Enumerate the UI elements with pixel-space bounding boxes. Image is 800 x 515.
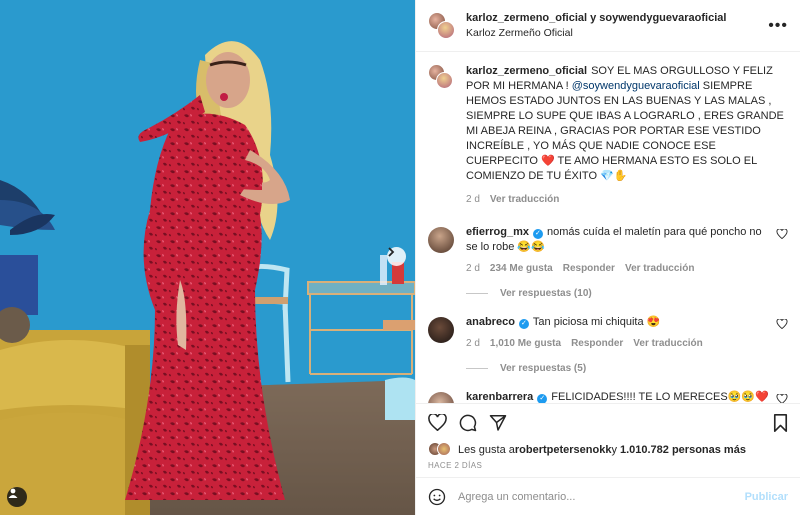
caption-text: SIEMPRE HEMOS ESTADO JUNTOS EN LAS BUENA… <box>466 80 784 182</box>
post-header: karloz_zermeno_oficial y soywendyguevara… <box>416 0 800 52</box>
avatar <box>437 442 451 456</box>
post-time-ago[interactable]: HACE 2 DÍAS <box>416 459 800 477</box>
view-replies-label: Ver respuestas (10) <box>500 288 592 299</box>
author-subtitle[interactable]: Karloz Zermeño Oficial <box>466 26 768 41</box>
comment-meta: 2 d 1,010 Me gusta Responder Ver traducc… <box>466 336 770 351</box>
avatar[interactable] <box>428 227 454 253</box>
comment-item: karenbarrera ✓ FELICIDADES!!!! TE LO MEREC… <box>428 390 788 403</box>
comment-input[interactable] <box>458 490 745 503</box>
user-tag-icon <box>8 488 18 498</box>
avatar <box>436 72 453 89</box>
author-usernames[interactable]: karloz_zermeno_oficial y soywendyguevara… <box>466 11 768 26</box>
comments-list[interactable]: karloz_zermeno_oficial SOY EL MAS ORGULLO… <box>416 52 800 403</box>
comment-button[interactable] <box>459 414 477 432</box>
view-replies-label: Ver respuestas (5) <box>500 363 587 374</box>
share-button[interactable] <box>489 414 507 431</box>
caption-username[interactable]: karloz_zermeno_oficial <box>466 65 587 77</box>
translate-button[interactable]: Ver traducción <box>490 192 559 207</box>
divider <box>466 368 488 369</box>
next-photo-button[interactable] <box>387 247 406 266</box>
caption-meta: 2 d Ver traducción <box>466 192 788 207</box>
avatar <box>437 20 455 39</box>
avatar[interactable] <box>428 317 454 343</box>
comment-body: karenbarrera ✓ FELICIDADES!!!! TE LO MEREC… <box>466 390 770 403</box>
save-button[interactable] <box>773 413 788 432</box>
translate-button[interactable]: Ver traducción <box>625 261 694 276</box>
likes-count[interactable]: 1.010.782 personas más <box>620 444 746 456</box>
post-actions-bar <box>416 403 800 441</box>
yellow-sofa <box>0 307 150 515</box>
heart-icon <box>428 414 447 431</box>
avatar[interactable] <box>428 392 454 403</box>
comment-bubble-icon <box>459 414 477 431</box>
like-button[interactable] <box>428 414 447 431</box>
comment-body: anabreco ✓ Tan piciosa mi chiquita 😍 2 d 1… <box>466 315 770 351</box>
send-paper-plane-icon <box>489 415 507 431</box>
view-replies-button[interactable]: Ver respuestas (5) <box>466 363 788 374</box>
photo-illustration <box>0 0 415 515</box>
likers-avatars[interactable] <box>428 442 454 458</box>
comment-username[interactable]: anabreco <box>466 316 515 328</box>
author-avatars[interactable] <box>428 11 456 40</box>
caption-time[interactable]: 2 d <box>466 192 480 207</box>
comment-meta: 2 d 234 Me gusta Responder Ver traducció… <box>466 261 770 276</box>
header-text: karloz_zermeno_oficial y soywendyguevara… <box>466 11 768 41</box>
add-comment-bar: Publicar <box>416 477 800 515</box>
view-replies-button[interactable]: Ver respuestas (10) <box>466 288 788 299</box>
comment-time[interactable]: 2 d <box>466 336 480 351</box>
divider <box>466 293 488 294</box>
smiley-icon <box>428 488 446 505</box>
post-photo[interactable] <box>0 0 415 515</box>
post-comment-button[interactable]: Publicar <box>745 491 788 503</box>
comment-item: efierrog_mx ✓ nomás cuída el maletín para … <box>428 225 788 276</box>
caption: karloz_zermeno_oficial SOY EL MAS ORGULLO… <box>428 64 788 207</box>
like-comment-heart-icon[interactable] <box>776 394 788 403</box>
comment-likes[interactable]: 234 Me gusta <box>490 261 553 276</box>
caption-mention[interactable]: @soywendyguevaraoficial <box>572 80 700 92</box>
comment-username[interactable]: efierrog_mx <box>466 226 529 238</box>
like-comment-heart-icon[interactable] <box>776 229 788 239</box>
comment-likes[interactable]: 1,010 Me gusta <box>490 336 561 351</box>
reply-button[interactable]: Responder <box>571 336 623 351</box>
likes-middle: y <box>611 444 617 456</box>
translate-button[interactable]: Ver traducción <box>633 336 702 351</box>
likes-summary: Les gusta a robertpetersenokk y 1.010.78… <box>416 441 800 459</box>
comment-username[interactable]: karenbarrera <box>466 391 533 403</box>
bookmark-icon <box>773 413 788 432</box>
more-options-icon[interactable]: ••• <box>768 17 788 35</box>
verified-badge-icon: ✓ <box>518 319 529 329</box>
verified-badge-icon: ✓ <box>532 229 543 239</box>
verified-badge-icon: ✓ <box>537 394 548 403</box>
comment-item: anabreco ✓ Tan piciosa mi chiquita 😍 2 d 1… <box>428 315 788 351</box>
tagged-users-button[interactable] <box>7 487 27 507</box>
comment-time[interactable]: 2 d <box>466 261 480 276</box>
chevron-right-icon <box>388 247 395 257</box>
comment-text: Tan piciosa mi chiquita 😍 <box>532 316 661 328</box>
post-side-panel: karloz_zermeno_oficial y soywendyguevara… <box>415 0 800 515</box>
like-comment-heart-icon[interactable] <box>776 319 788 329</box>
likes-prefix: Les gusta a <box>458 444 515 456</box>
caption-avatar[interactable] <box>428 64 454 90</box>
instagram-post-modal: karloz_zermeno_oficial y soywendyguevara… <box>0 0 800 515</box>
reply-button[interactable]: Responder <box>563 261 615 276</box>
liker-username[interactable]: robertpetersenokk <box>515 444 612 456</box>
caption-body: karloz_zermeno_oficial SOY EL MAS ORGULLO… <box>466 64 788 207</box>
emoji-button[interactable] <box>428 488 446 506</box>
comment-body: efierrog_mx ✓ nomás cuída el maletín para … <box>466 225 770 276</box>
